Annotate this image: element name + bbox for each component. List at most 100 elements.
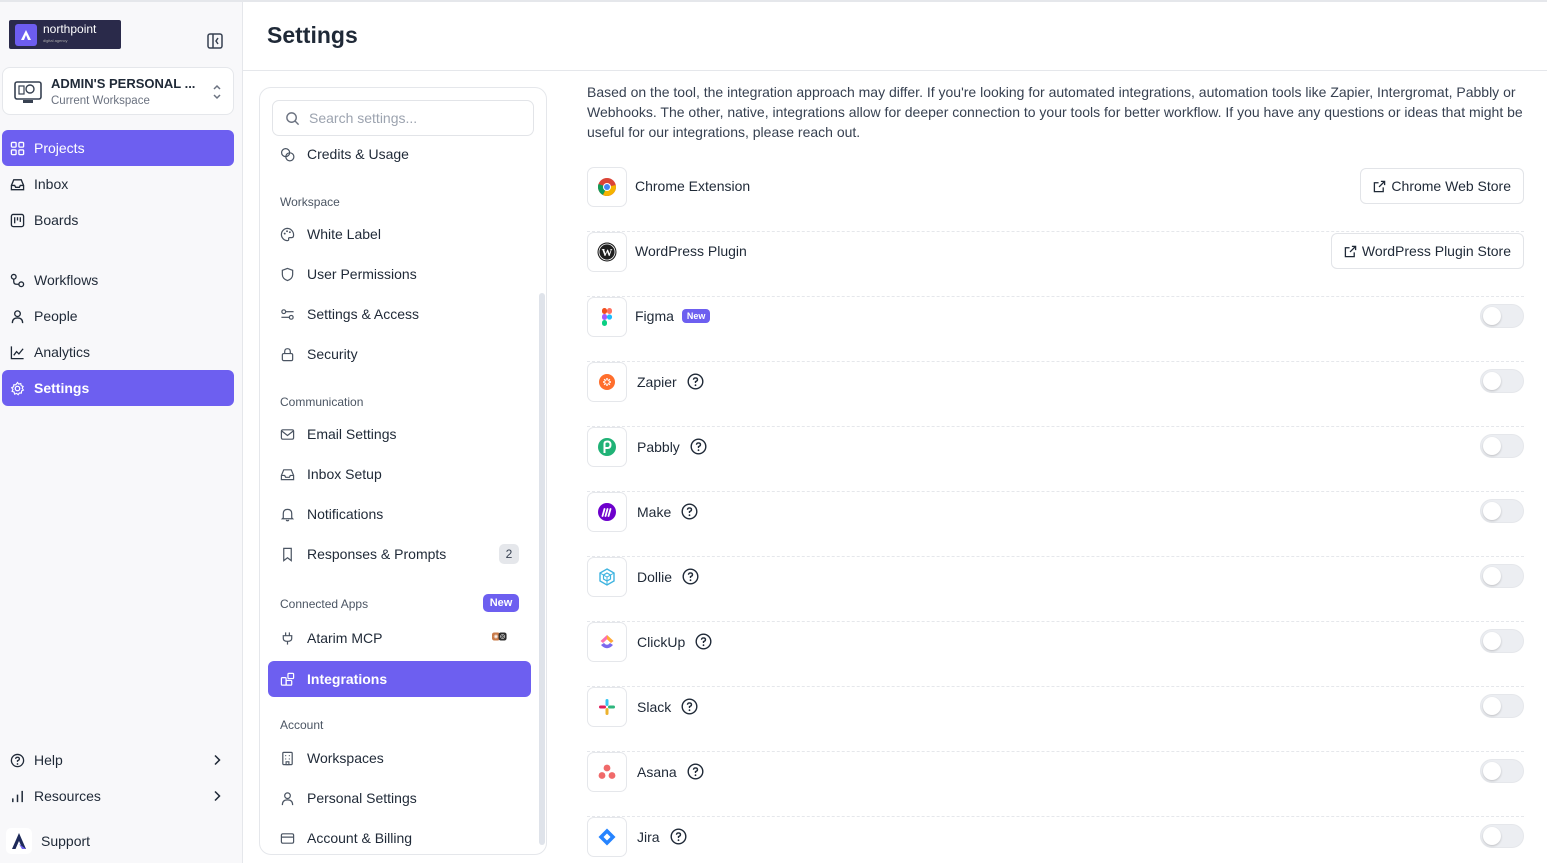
wordpress-plugin-store-button[interactable]: WordPress Plugin Store [1330,233,1524,269]
integration-name: Zapier [637,373,677,390]
dollie-toggle[interactable] [1480,564,1524,588]
nav-item-label: Analytics [34,344,91,360]
integration-name: Make [637,503,672,520]
integration-row-pabbly: Pabbly [587,427,1524,492]
help-circle-icon[interactable] [682,568,699,585]
integration-row-slack: Slack [587,687,1524,752]
nav-item-label: People [34,308,78,324]
settings-item-white-label[interactable]: White Label [268,216,531,252]
help-circle-icon [10,753,25,767]
asana-toggle[interactable] [1480,759,1524,783]
zapier-toggle[interactable] [1480,369,1524,393]
integration-name: WordPress Plugin [635,243,747,259]
integration-name: Asana [637,763,677,780]
count-badge: 2 [499,544,519,564]
nav-item-boards[interactable]: Boards [2,202,234,238]
workflow-icon [10,273,25,287]
person-icon [11,309,24,323]
settings-item-label: User Permissions [307,266,417,282]
help-circle-icon[interactable] [681,698,698,715]
logo-text: northpoint [43,21,97,36]
pabbly-toggle[interactable] [1480,434,1524,458]
help-circle-icon[interactable] [681,503,698,520]
help-circle-icon[interactable] [670,828,687,845]
settings-item-account-billing[interactable]: Account & Billing [268,820,531,854]
jira-toggle[interactable] [1480,824,1524,848]
chrome-web-store-button[interactable]: Chrome Web Store [1360,168,1524,204]
coins-icon [280,147,295,161]
integration-row-clickup: ClickUp [587,622,1524,687]
logo-subtext: digital agency [43,37,68,43]
nav-item-support[interactable]: Support [2,823,234,859]
slack-icon [587,687,627,727]
nav-item-help[interactable]: Help [2,742,234,778]
settings-item-label: Credits & Usage [307,146,409,162]
sliders-icon [281,308,294,320]
nav-item-workflows[interactable]: Workflows [2,262,234,298]
section-heading-account: Account [280,718,324,732]
inbox-icon [10,178,25,190]
make-toggle[interactable] [1480,499,1524,523]
integration-row-make: Make [587,492,1524,557]
button-label: Chrome Web Store [1391,178,1511,194]
integration-name: Dollie [637,568,673,585]
settings-item-credits[interactable]: Credits & Usage [268,136,531,172]
credit-card-icon [280,832,295,844]
nav-item-label: Projects [34,140,85,156]
integration-name: Slack [637,698,672,715]
nav-item-analytics[interactable]: Analytics [2,334,234,370]
settings-item-responses-prompts[interactable]: Responses & Prompts 2 [268,536,531,572]
integration-row-figma: Figma New [587,297,1524,362]
settings-item-label: Account & Billing [307,830,413,846]
settings-item-notifications[interactable]: Notifications [268,496,531,532]
palette-icon [280,227,295,241]
settings-scrollbar[interactable] [539,293,545,845]
settings-item-inbox-setup[interactable]: Inbox Setup [268,456,531,492]
nav-item-inbox[interactable]: Inbox [2,166,234,202]
settings-item-workspaces[interactable]: Workspaces [268,740,531,776]
nav-item-people[interactable]: People [2,298,234,334]
collapse-sidebar-icon[interactable] [206,32,224,50]
slack-toggle[interactable] [1480,694,1524,718]
settings-item-security[interactable]: Security [268,336,531,372]
settings-item-label: Responses & Prompts [307,546,447,562]
settings-item-label: Inbox Setup [307,466,382,482]
northpoint-logo[interactable]: northpoint digital agency [9,20,121,49]
nav-item-label: Resources [34,788,101,804]
settings-item-label: Notifications [307,506,384,522]
button-label: WordPress Plugin Store [1361,243,1511,259]
nav-item-projects[interactable]: Projects [2,130,234,166]
page-title: Settings [267,22,358,48]
integrations-intro: Based on the tool, the integration appro… [587,84,1523,140]
workspace-switcher[interactable]: ADMIN'S PERSONAL ... Current Workspace [2,67,234,115]
settings-item-email-settings[interactable]: Email Settings [268,416,531,452]
wordpress-icon: W [587,232,627,272]
chevron-right-icon [214,754,221,766]
nav-item-resources[interactable]: Resources [2,778,234,814]
integration-name: Figma [635,308,674,324]
external-link-icon [1344,245,1357,257]
integration-name: Chrome Extension [635,178,751,194]
help-circle-icon[interactable] [695,633,712,650]
mail-icon [280,428,295,440]
help-circle-icon[interactable] [687,763,704,780]
grid-icon [10,141,25,155]
settings-item-settings-access[interactable]: Settings & Access [268,296,531,332]
settings-item-atarim-mcp[interactable]: Atarim MCP [268,620,531,656]
logo-mark-icon [15,23,37,46]
settings-item-user-permissions[interactable]: User Permissions [268,256,531,292]
settings-search-input[interactable]: Search settings... [272,100,534,136]
clickup-icon [587,622,627,662]
nav-item-settings[interactable]: Settings [2,370,234,406]
lock-icon [281,347,294,361]
integration-row-chrome: Chrome Extension Chrome Web Store [587,167,1524,232]
plug-icon [282,631,293,645]
help-circle-icon[interactable] [690,438,707,455]
settings-item-personal-settings[interactable]: Personal Settings [268,780,531,816]
nav-item-label: Help [34,752,63,768]
clickup-toggle[interactable] [1480,629,1524,653]
help-circle-icon[interactable] [687,373,704,390]
nav-item-label: Workflows [34,272,99,288]
settings-item-integrations[interactable]: Integrations [268,661,531,697]
figma-toggle[interactable] [1480,304,1524,328]
